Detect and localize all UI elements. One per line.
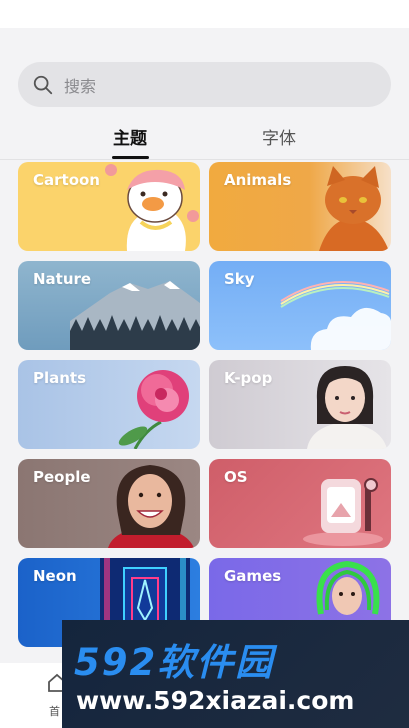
watermark-url: www.592xiazai.com [76, 686, 355, 715]
theme-card-nature[interactable]: Nature [18, 261, 200, 350]
theme-card-label: OS [224, 468, 248, 486]
theme-card-cartoon[interactable]: Cartoon [18, 162, 200, 251]
cat-image [319, 166, 389, 251]
nav-home-label[interactable]: 首 [49, 703, 60, 719]
peony-flower-image [118, 370, 189, 449]
watermark-overlay: 592软件园 www.592xiazai.com [62, 620, 409, 728]
tab-fonts[interactable]: 字体 [262, 124, 296, 149]
theme-card-plants[interactable]: Plants [18, 360, 200, 449]
theme-card-animals[interactable]: Animals [209, 162, 391, 251]
status-bar [0, 0, 409, 28]
theme-card-label: Nature [33, 270, 92, 288]
3d-device-image [303, 478, 383, 546]
theme-card-label: People [33, 468, 91, 486]
search-bar[interactable]: 搜索 [18, 62, 391, 107]
watermark-brand: 592软件园 [74, 641, 275, 684]
theme-card-people[interactable]: People [18, 459, 200, 548]
theme-card-label: Animals [224, 171, 292, 189]
theme-card-label: Games [224, 567, 282, 585]
search-placeholder: 搜索 [64, 76, 97, 96]
smiling-woman-image [108, 465, 194, 548]
theme-card-label: Sky [224, 270, 255, 288]
theme-card-sky[interactable]: Sky [209, 261, 391, 350]
theme-card-os[interactable]: OS [209, 459, 391, 548]
theme-card-label: Plants [33, 369, 87, 387]
tab-bar: 主题 字体 [0, 120, 409, 160]
theme-card-kpop[interactable]: K-pop [209, 360, 391, 449]
search-icon [33, 75, 53, 94]
theme-grid: Cartoon Animals Nature Sky Plants K-pop … [0, 160, 409, 660]
theme-card-label: Cartoon [33, 171, 100, 189]
tab-themes[interactable]: 主题 [113, 124, 147, 149]
theme-card-label: Neon [33, 567, 77, 585]
theme-card-label: K-pop [224, 369, 273, 387]
idol-portrait-image [307, 366, 387, 449]
rainbow-cloud-image [280, 281, 391, 350]
cartoon-duck-image [105, 164, 199, 251]
